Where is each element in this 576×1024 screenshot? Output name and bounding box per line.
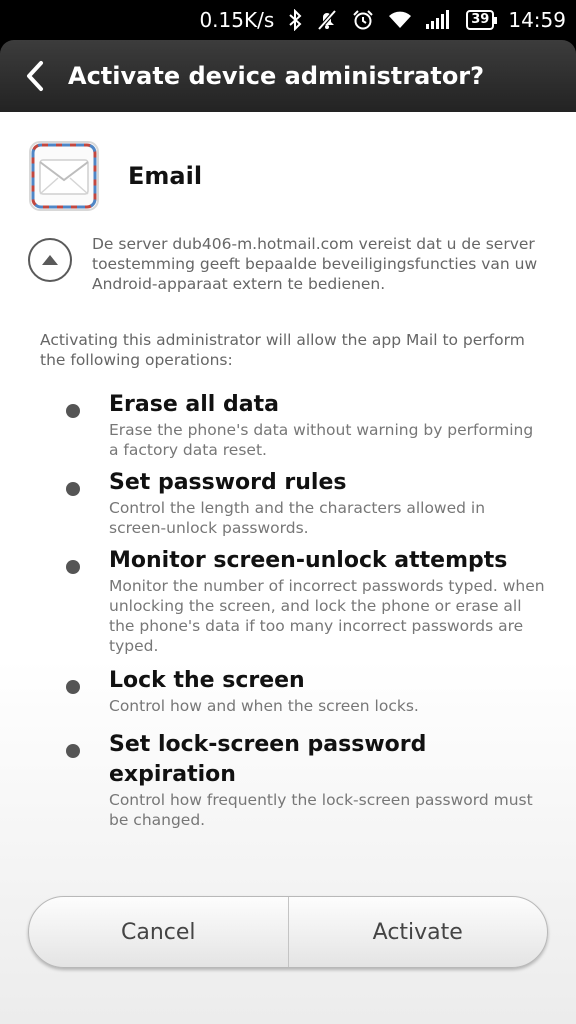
mute-icon (316, 9, 338, 31)
action-buttons: Cancel Activate (28, 896, 548, 968)
title-bar: Activate device administrator? (0, 40, 576, 112)
bullet-icon (66, 680, 80, 694)
list-item: Set lock-screen password expiration Cont… (66, 730, 546, 830)
operation-title: Erase all data (109, 392, 279, 417)
main-content: Email De server dub406-m.hotmail.com ver… (0, 112, 576, 1024)
server-message: De server dub406-m.hotmail.com vereist d… (92, 235, 538, 293)
intro-text: Activating this administrator will allow… (40, 331, 525, 369)
operation-title: Monitor screen-unlock attempts (109, 548, 508, 573)
bullet-icon (66, 744, 80, 758)
operation-title: Set password rules (109, 470, 347, 495)
list-item: Set password rules Control the length an… (66, 468, 546, 538)
operation-title: Set lock-screen password expiration (109, 732, 427, 787)
collapse-up-icon[interactable] (28, 238, 72, 282)
page-title: Activate device administrator? (68, 62, 485, 90)
back-arrow-icon[interactable] (0, 40, 60, 112)
bullet-icon (66, 560, 80, 574)
clock-time: 14:59 (508, 8, 566, 32)
network-speed: 0.15K/s (199, 8, 275, 32)
operation-desc: Control how and when the screen locks. (109, 697, 419, 715)
operation-desc: Control the length and the characters al… (109, 499, 486, 537)
list-item: Monitor screen-unlock attempts Monitor t… (66, 546, 546, 656)
app-name: Email (128, 162, 203, 190)
list-item: Erase all data Erase the phone's data wi… (66, 390, 546, 460)
battery-icon: 39 (466, 10, 498, 30)
bullet-icon (66, 404, 80, 418)
bluetooth-icon (288, 9, 302, 31)
operation-desc: Monitor the number of incorrect password… (109, 577, 545, 655)
alarm-icon (352, 9, 374, 31)
wifi-icon (388, 10, 412, 30)
app-header: Email (28, 140, 202, 212)
operations-list: Erase all data Erase the phone's data wi… (66, 390, 546, 830)
activate-button[interactable]: Activate (289, 897, 548, 967)
email-envelope-icon (28, 140, 100, 212)
status-bar: 0.15K/s 39 14:59 (0, 0, 576, 40)
operation-desc: Control how frequently the lock-screen p… (109, 791, 533, 829)
server-message-row: De server dub406-m.hotmail.com vereist d… (28, 234, 548, 294)
cancel-button[interactable]: Cancel (29, 897, 288, 967)
signal-icon (426, 10, 452, 30)
list-item: Lock the screen Control how and when the… (66, 666, 546, 716)
operation-title: Lock the screen (109, 668, 305, 693)
operation-desc: Erase the phone's data without warning b… (109, 421, 534, 459)
bullet-icon (66, 482, 80, 496)
